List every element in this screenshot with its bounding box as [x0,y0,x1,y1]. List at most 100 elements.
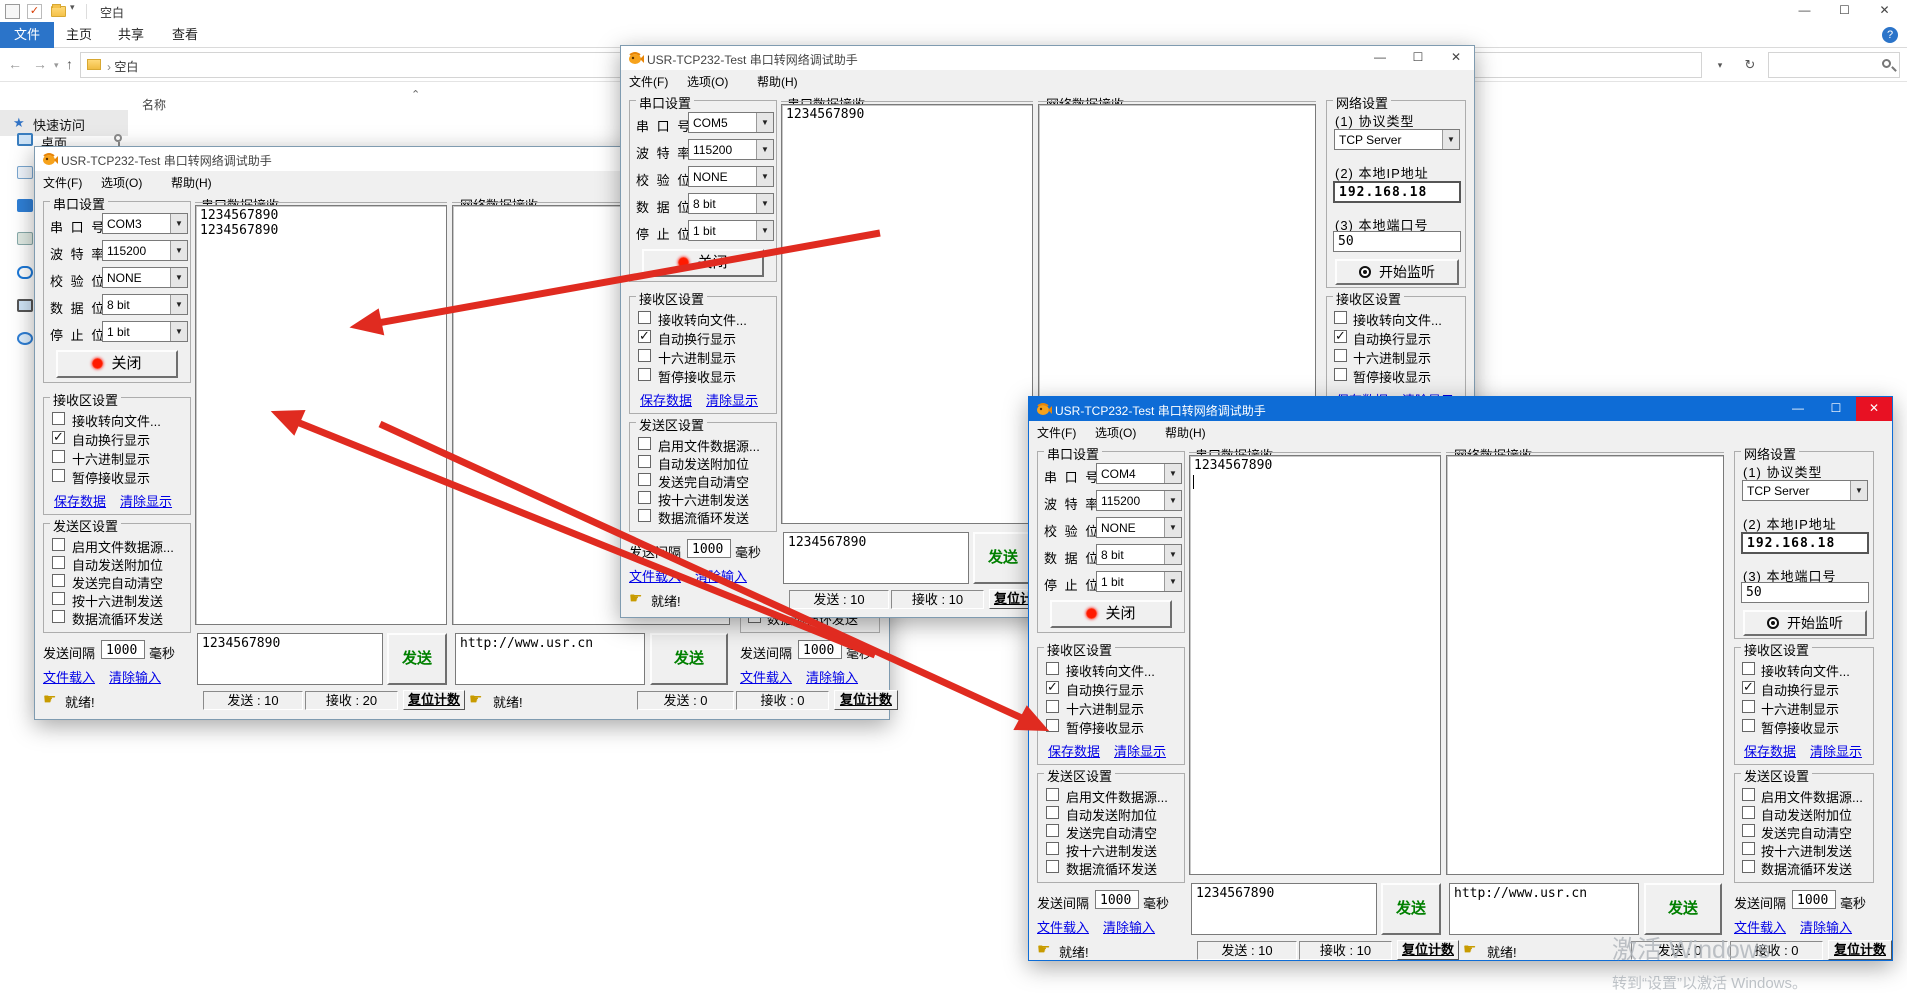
chevron-down-icon[interactable]: ▼ [756,167,773,186]
tab-view[interactable]: 查看 [158,22,212,48]
net-reset-count-button[interactable]: 复位计数 [1828,940,1892,960]
stopbits-select[interactable]: 1 bit▼ [688,220,774,241]
serial-send-input[interactable]: 1234567890 [197,633,383,685]
menu-file[interactable]: 文件(F) [1037,424,1076,441]
send-as-hex-checkbox[interactable] [52,592,65,605]
chevron-down-icon[interactable]: ▼ [1164,545,1181,564]
new-folder-icon[interactable] [51,6,66,17]
clear-input-link[interactable]: 清除输入 [1103,917,1155,936]
serial-send-button[interactable]: 发送 [973,532,1033,584]
protocol-select[interactable]: TCP Server▼ [1742,480,1868,501]
parity-select[interactable]: NONE▼ [688,166,774,187]
menu-help[interactable]: 帮助(H) [757,73,798,90]
save-data-link[interactable]: 保存数据 [640,390,692,409]
loop-send-checkbox[interactable] [1742,860,1755,873]
send-interval-input[interactable]: 1000 [687,539,731,558]
auto-send-addon-checkbox[interactable] [1742,806,1755,819]
app-close-button[interactable]: ✕ [1438,46,1474,70]
app-maximize-button[interactable]: ☐ [1818,397,1854,421]
chevron-down-icon[interactable]: ▼ [170,295,187,314]
app-minimize-button[interactable]: — [1362,46,1398,70]
app-minimize-button[interactable]: — [1780,397,1816,421]
chevron-down-icon[interactable]: ▼ [756,113,773,132]
hex-display-checkbox[interactable] [52,450,65,463]
auto-send-addon-checkbox[interactable] [1046,806,1059,819]
refresh-icon[interactable]: ↻ [1736,52,1764,78]
databits-select[interactable]: 8 bit▼ [1096,544,1182,565]
recv-to-file-checkbox[interactable] [1742,662,1755,675]
com-port-select[interactable]: COM4▼ [1096,463,1182,484]
documents-icon[interactable] [17,166,33,179]
auto-wrap-checkbox[interactable] [1334,330,1347,343]
auto-wrap-checkbox[interactable] [52,431,65,444]
onedrive-cloud-icon[interactable] [17,266,33,279]
net-recv-textarea[interactable] [1446,455,1724,875]
chevron-down-icon[interactable]: ▼ [170,241,187,260]
start-listen-button[interactable]: 开始监听 [1335,259,1459,285]
file-data-source-checkbox[interactable] [1046,788,1059,801]
hex-display-checkbox[interactable] [638,349,651,362]
file-data-source-checkbox[interactable] [52,538,65,551]
hex-display-checkbox[interactable] [1046,700,1059,713]
auto-clear-checkbox[interactable] [1046,824,1059,837]
network-icon[interactable] [17,332,33,345]
recv-to-file-checkbox[interactable] [1334,311,1347,324]
chevron-down-icon[interactable]: ▼ [1164,491,1181,510]
app-titlebar[interactable]: USR-TCP232-Test 串口转网络调试助手 — ☐ ✕ [621,46,1474,70]
hex-display-checkbox[interactable] [1334,349,1347,362]
baudrate-select[interactable]: 115200▼ [102,240,188,261]
pause-recv-checkbox[interactable] [1334,368,1347,381]
search-input[interactable] [1768,52,1900,78]
properties-icon[interactable]: ✓ [27,4,42,19]
back-icon[interactable]: ← [8,56,22,72]
right-send-interval-input[interactable]: 1000 [1792,890,1836,909]
chevron-down-icon[interactable]: ▼ [756,194,773,213]
net-reset-count-button[interactable]: 复位计数 [834,690,898,710]
menu-help[interactable]: 帮助(H) [171,174,212,191]
clear-display-link[interactable]: 清除显示 [706,390,758,409]
tab-share[interactable]: 共享 [104,22,158,48]
load-file-link[interactable]: 文件载入 [1037,917,1089,936]
local-ip-input[interactable]: 192.168.18 .193 [1741,532,1869,554]
load-file-link[interactable]: 文件载入 [740,667,792,686]
up-icon[interactable]: ↑ [66,56,73,72]
load-file-link[interactable]: 文件载入 [43,667,95,686]
menu-file[interactable]: 文件(F) [43,174,82,191]
chevron-down-icon[interactable]: ▼ [170,322,187,341]
auto-wrap-checkbox[interactable] [1046,681,1059,694]
right-send-interval-input[interactable]: 1000 [798,640,842,659]
chevron-down-icon[interactable]: ▼ [1164,518,1181,537]
serial-close-button[interactable]: 关闭 [1050,600,1172,628]
save-data-link[interactable]: 保存数据 [1048,741,1100,760]
pictures-icon[interactable] [17,232,33,245]
chevron-down-icon[interactable]: ▼ [170,268,187,287]
clear-input-link[interactable]: 清除输入 [109,667,161,686]
this-pc-icon[interactable] [17,299,33,312]
clear-display-link[interactable]: 清除显示 [1810,741,1862,760]
serial-send-button[interactable]: 发送 [1381,883,1441,935]
recv-to-file-checkbox[interactable] [52,412,65,425]
clear-input-link[interactable]: 清除输入 [695,566,747,585]
serial-send-input[interactable]: 1234567890 [783,532,969,584]
auto-send-addon-checkbox[interactable] [638,455,651,468]
send-interval-input[interactable]: 1000 [1095,890,1139,909]
chevron-down-icon[interactable]: ▼ [1164,464,1181,483]
forward-icon[interactable]: → [33,56,47,72]
pause-recv-checkbox[interactable] [52,469,65,482]
serial-reset-count-button[interactable]: 复位计数 [1397,940,1459,960]
save-data-link[interactable]: 保存数据 [54,491,106,510]
menu-options[interactable]: 选项(O) [1095,424,1136,441]
send-as-hex-checkbox[interactable] [1046,842,1059,855]
parity-select[interactable]: NONE▼ [1096,517,1182,538]
load-file-link[interactable]: 文件载入 [1734,917,1786,936]
explorer-minimize-button[interactable]: — [1786,0,1823,22]
chevron-down-icon[interactable]: ▼ [170,214,187,233]
stopbits-select[interactable]: 1 bit▼ [102,321,188,342]
app-titlebar[interactable]: USR-TCP232-Test 串口转网络调试助手 — ☐ ✕ [1029,397,1892,421]
clear-input-link[interactable]: 清除输入 [806,667,858,686]
menu-help[interactable]: 帮助(H) [1165,424,1206,441]
baudrate-select[interactable]: 115200▼ [688,139,774,160]
parity-select[interactable]: NONE▼ [102,267,188,288]
file-data-source-checkbox[interactable] [638,437,651,450]
chevron-down-icon[interactable]: ▼ [756,140,773,159]
